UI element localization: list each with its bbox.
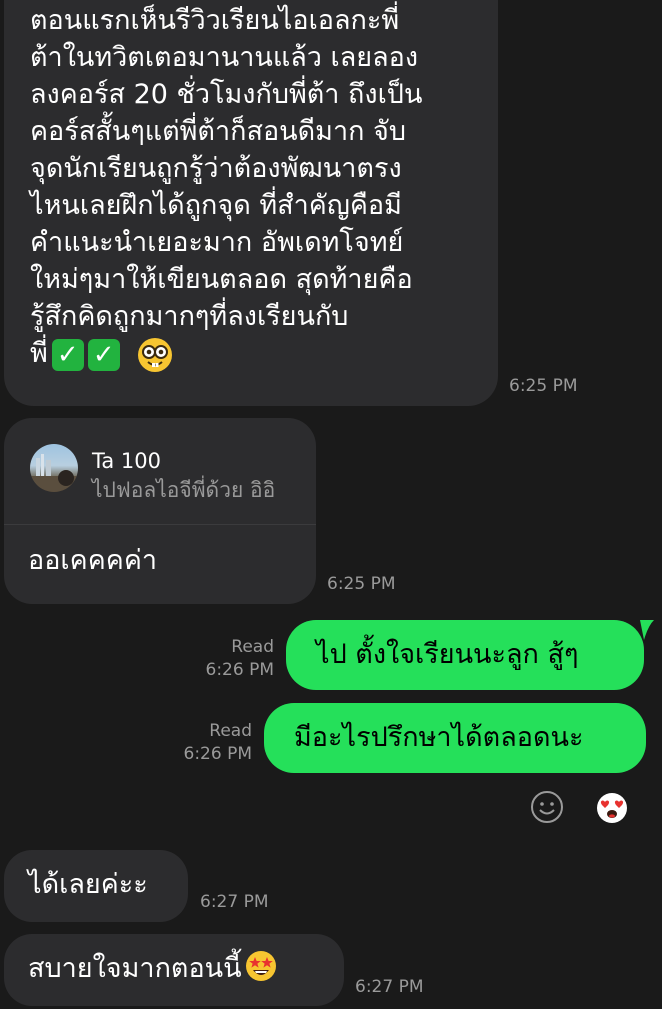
message-text-content: สบายใจมากตอนนี้ <box>28 953 242 984</box>
bubble-tail-icon <box>640 620 654 640</box>
check-mark-button-icon: ✓ <box>51 338 84 371</box>
incoming-message-bubble[interactable]: ตอนแรกเห็นรีวิวเรียนไอเอลกะพี่ ต้าในทวิต… <box>4 0 498 406</box>
incoming-message-bubble[interactable]: สบายใจมากตอนนี้ <box>4 934 344 1006</box>
message-line: ต้าในทวิตเตอมานานแล้ว เลยลอง <box>30 42 419 73</box>
message-timestamp: 6:27 PM <box>200 892 269 912</box>
message-text: ตอนแรกเห็นรีวิวเรียนไอเอลกะพี่ ต้าในทวิต… <box>30 4 422 374</box>
quoted-message-text: ไปฟอลไอจีพี่ด้วย อิอิ <box>92 478 276 502</box>
outgoing-message-bubble[interactable]: ไป ตั้งใจเรียนนะลูก สู้ๆ <box>286 620 644 690</box>
message-line: คอร์สสั้นๆแต่พี่ต้าก็สอนดีมาก จับ <box>30 116 407 147</box>
read-status-label: Read <box>209 721 252 741</box>
quoted-message[interactable]: Ta 100 ไปฟอลไอจีพี่ด้วย อิอิ <box>4 418 316 525</box>
message-line: คำแนะนำเยอะมาก อัพเดทโจทย์ <box>30 227 404 258</box>
message-text: สบายใจมากตอนนี้ <box>28 949 278 987</box>
smiley-outline-icon[interactable] <box>530 790 564 824</box>
star-struck-icon <box>244 949 278 983</box>
heart-eyes-icon[interactable] <box>596 792 628 824</box>
nerd-face-icon <box>137 337 172 372</box>
message-timestamp: 6:26 PM <box>205 660 275 680</box>
avatar <box>30 444 78 492</box>
message-line: จุดนักเรียนถูกรู้ว่าต้องพัฒนาตรง <box>30 153 402 184</box>
message-line: ลงคอร์ส 20 ชั่วโมงกับพี่ต้า ถึงเป็น <box>30 79 423 110</box>
message-timestamp: 6:25 PM <box>327 574 396 594</box>
message-text: มีอะไรปรึกษาได้ตลอดนะ <box>294 722 584 753</box>
message-text: ไป ตั้งใจเรียนนะลูก สู้ๆ <box>316 639 579 670</box>
message-timestamp: 6:25 PM <box>509 376 578 396</box>
message-timestamp: 6:26 PM <box>183 744 253 764</box>
read-receipt: Read 6:26 PM <box>196 636 275 682</box>
message-line-last: พี่ ✓ ✓ <box>30 337 422 374</box>
message-line: ไหนเลยฝึกได้ถูกจุด ที่สำคัญคือมี <box>30 190 402 221</box>
read-status-label: Read <box>231 637 274 657</box>
message-line-prefix: พี่ <box>30 338 48 369</box>
read-receipt: Read 6:26 PM <box>174 720 253 766</box>
quoted-sender-name: Ta 100 <box>92 449 161 473</box>
message-line: ตอนแรกเห็นรีวิวเรียนไอเอลกะพี่ <box>30 5 400 36</box>
message-line: รู้สึกคิดถูกมากๆที่ลงเรียนกับ <box>30 301 349 332</box>
check-mark-button-icon: ✓ <box>87 338 120 371</box>
message-text: ได้เลยค่ะะ <box>28 869 148 900</box>
incoming-message-bubble[interactable]: ได้เลยค่ะะ <box>4 850 188 922</box>
outgoing-message-bubble[interactable]: มีอะไรปรึกษาได้ตลอดนะ <box>264 703 646 773</box>
message-line: ใหม่ๆมาให้เขียนตลอด สุดท้ายคือ <box>30 264 413 295</box>
incoming-reply-bubble[interactable]: Ta 100 ไปฟอลไอจีพี่ด้วย อิอิ ออเคคคค่า <box>4 418 316 604</box>
message-text: ออเคคคค่า <box>28 545 158 576</box>
message-timestamp: 6:27 PM <box>355 977 424 997</box>
